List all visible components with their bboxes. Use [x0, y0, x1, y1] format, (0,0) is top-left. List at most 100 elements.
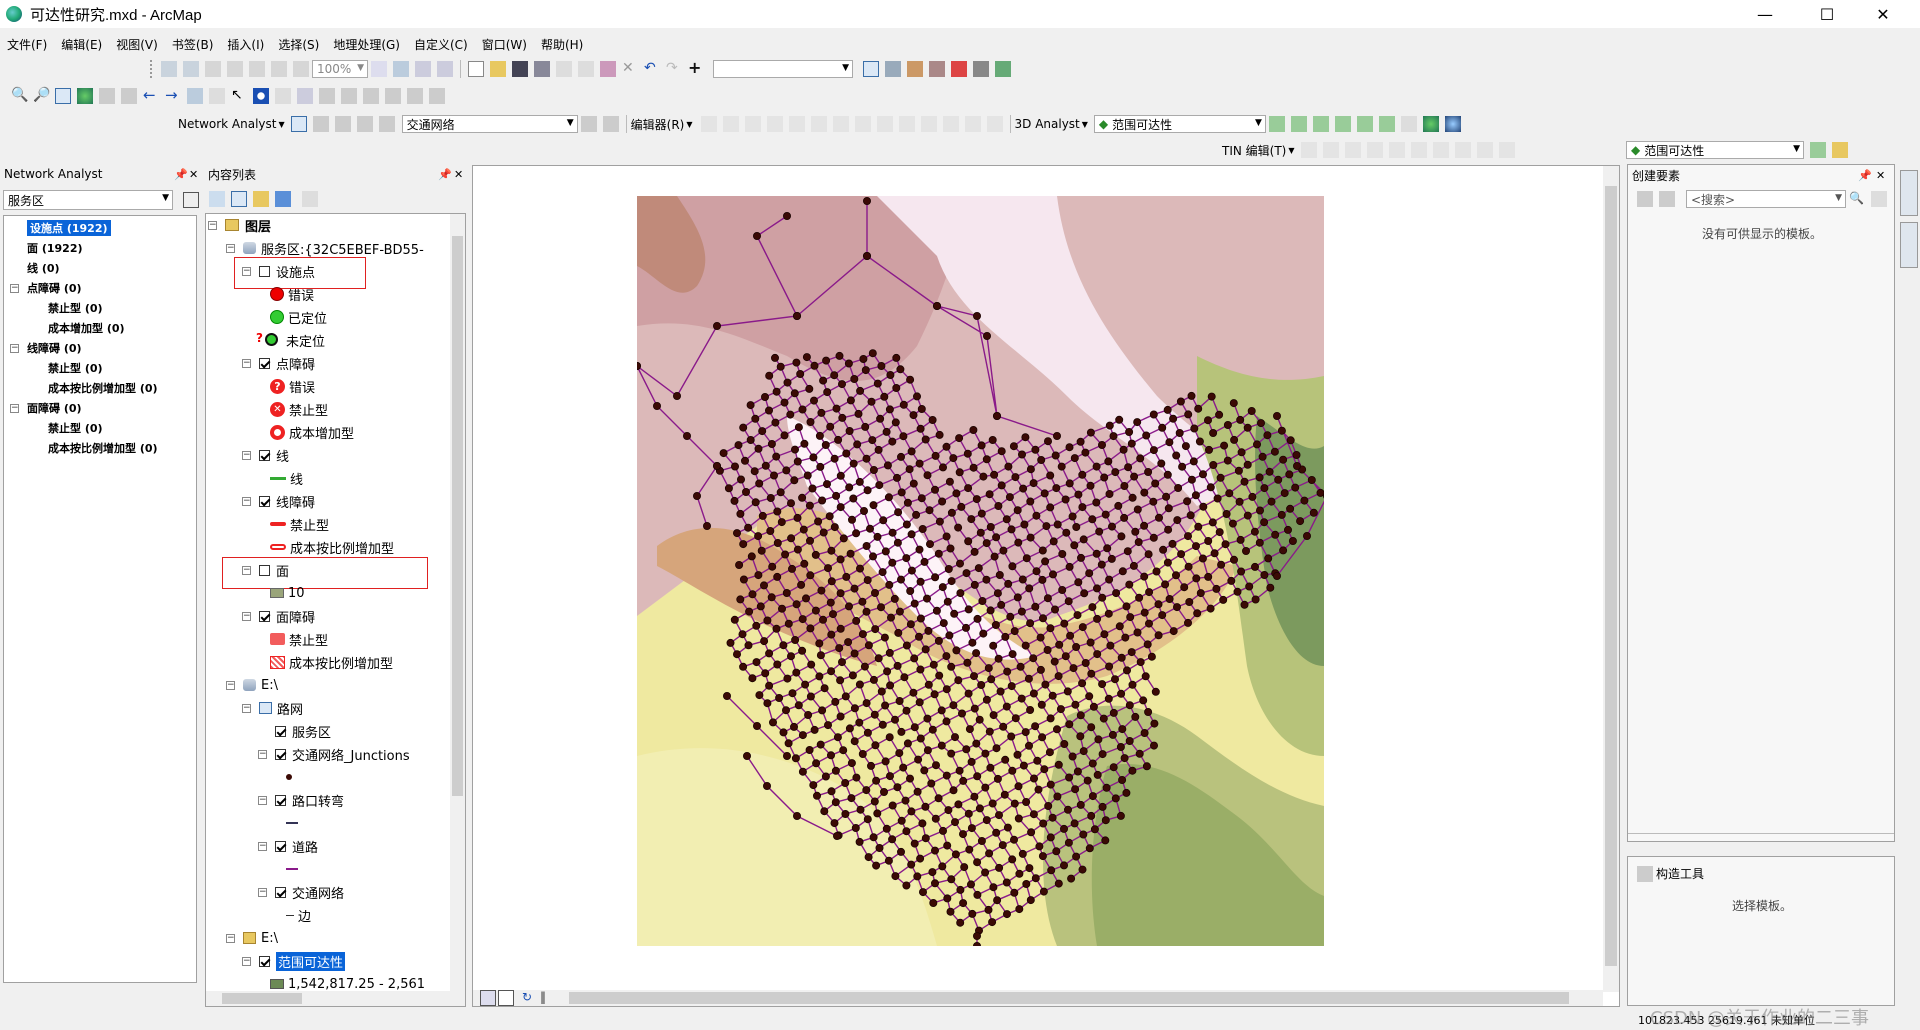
arcscene-icon[interactable]	[1422, 116, 1439, 132]
modelbuilder-icon[interactable]	[995, 61, 1011, 77]
hyperlink-icon[interactable]	[275, 88, 291, 104]
map-canvas[interactable]	[637, 196, 1324, 946]
catalog-window-icon[interactable]	[907, 61, 923, 77]
toolbar-grip[interactable]	[150, 60, 154, 78]
toc-options-icon[interactable]	[302, 191, 318, 207]
toc-layer-item[interactable]: − E:\	[226, 929, 278, 947]
zoom-out-icon[interactable]: 🔎	[33, 88, 50, 104]
collapse-icon[interactable]: −	[242, 358, 251, 368]
move-network-location-icon[interactable]	[334, 116, 351, 132]
na-tree-item[interactable]: 面 (1922)	[27, 240, 83, 256]
na-tree-item[interactable]: 禁止型 (0)	[48, 300, 103, 316]
new-document-icon[interactable]	[468, 61, 484, 77]
edit-tool-icon[interactable]	[700, 116, 717, 132]
3d-analyst-layer-dropdown[interactable]: ◆ 范围可达性 ▼	[1093, 115, 1266, 133]
maximize-button[interactable]: ☐	[1804, 0, 1850, 28]
template-options-icon[interactable]	[1871, 191, 1887, 207]
map-vertical-scrollbar[interactable]	[1603, 166, 1619, 992]
viewer-window-icon[interactable]	[429, 88, 445, 104]
tin-triangle-tag-icon[interactable]	[1476, 142, 1493, 158]
filter-templates-icon[interactable]	[1659, 191, 1675, 207]
change-layout-icon[interactable]	[415, 61, 431, 77]
arcglobe-icon[interactable]	[1444, 116, 1461, 132]
toggle-draft-icon[interactable]	[371, 61, 387, 77]
reshape-icon[interactable]	[854, 116, 871, 132]
zoom-whole-page-icon[interactable]	[271, 61, 287, 77]
print-icon[interactable]	[534, 61, 550, 77]
focus-dataframe-icon[interactable]	[393, 61, 409, 77]
fixed-zoom-in-icon[interactable]	[99, 88, 115, 104]
split-icon[interactable]	[898, 116, 915, 132]
steepest-path-icon[interactable]	[1290, 116, 1307, 132]
visibility-checkbox[interactable]	[259, 955, 270, 967]
save-icon[interactable]	[512, 61, 528, 77]
scrollbar-thumb[interactable]	[452, 236, 463, 796]
scrollbar-thumb[interactable]	[222, 993, 302, 1004]
end-point-arc-icon[interactable]	[766, 116, 783, 132]
minimize-button[interactable]: —	[1742, 0, 1788, 28]
list-by-visibility-icon[interactable]	[253, 191, 269, 207]
tin-add-node-icon[interactable]	[1300, 142, 1317, 158]
visibility-checkbox[interactable]	[275, 840, 286, 852]
toc-layer-item[interactable]: − 点障碍	[242, 354, 315, 373]
scrollbar-thumb[interactable]	[569, 992, 1569, 1004]
back-extent-icon[interactable]	[161, 61, 177, 77]
undo-icon[interactable]: ↶	[644, 61, 660, 77]
na-tree-item[interactable]: 成本增加型 (0)	[48, 320, 125, 336]
na-tree-item[interactable]: 禁止型 (0)	[48, 360, 103, 376]
table-of-contents-icon[interactable]	[885, 61, 901, 77]
editor-toolbar-icon[interactable]	[863, 61, 879, 77]
collapse-icon[interactable]: −	[258, 795, 267, 805]
forward-extent-icon[interactable]	[183, 61, 199, 77]
menu-edit[interactable]: 编辑(E)	[54, 36, 109, 53]
na-layer-dropdown[interactable]: 服务区 ▼	[3, 190, 173, 210]
toc-layer-item[interactable]: − 交通网络_Junctions	[258, 745, 410, 764]
toc-layer-item[interactable]: − 路网	[242, 699, 303, 718]
list-by-drawing-order-icon[interactable]	[209, 191, 225, 207]
tin-swap-edge-icon[interactable]	[1410, 142, 1427, 158]
full-extent-icon[interactable]	[249, 61, 265, 77]
build-network-icon[interactable]	[580, 116, 597, 132]
close-icon[interactable]: ✕	[454, 168, 463, 181]
full-extent-globe-icon[interactable]	[77, 88, 93, 104]
tin-polygon-icon[interactable]	[1432, 142, 1449, 158]
toc-layer-item[interactable]: − 范围可达性	[242, 951, 346, 971]
create-features-icon[interactable]	[986, 116, 1003, 132]
tin-delete-tag-icon[interactable]	[1498, 142, 1515, 158]
na-tree-item[interactable]: − 点障碍 (0)	[10, 280, 82, 296]
collapse-icon[interactable]: −	[10, 283, 19, 293]
3d-analyst-menu[interactable]: 3D Analyst	[1015, 117, 1080, 131]
search-icon[interactable]: 🔍	[1849, 191, 1865, 207]
visibility-checkbox[interactable]	[275, 886, 286, 898]
edit-annotation-icon[interactable]	[722, 116, 739, 132]
zoom-100-icon[interactable]	[293, 61, 309, 77]
clear-selection-icon[interactable]	[209, 88, 225, 104]
zoom-in-icon[interactable]: 🔍	[11, 88, 28, 104]
swipe-layer-icon[interactable]	[1810, 142, 1826, 158]
menu-selection[interactable]: 选择(S)	[271, 36, 326, 53]
data-driven-pages-icon[interactable]	[437, 61, 453, 77]
visibility-checkbox[interactable]	[259, 610, 270, 622]
straight-segment-icon[interactable]	[744, 116, 761, 132]
toc-layer-item[interactable]: − 道路	[258, 837, 318, 856]
refresh-icon[interactable]: ↻	[522, 990, 538, 1006]
organize-templates-icon[interactable]	[1637, 191, 1653, 207]
visibility-checkbox[interactable]	[259, 357, 270, 369]
paste-icon[interactable]	[600, 61, 616, 77]
open-folder-icon[interactable]	[490, 61, 506, 77]
interpolate-point-icon[interactable]	[1334, 116, 1351, 132]
na-tree-item[interactable]: 线 (0)	[27, 260, 60, 276]
find-icon[interactable]	[341, 88, 357, 104]
collapse-icon[interactable]: −	[226, 680, 235, 690]
go-back-icon[interactable]: ←	[143, 88, 159, 104]
collapse-icon[interactable]: −	[10, 343, 19, 353]
na-tree-item[interactable]: − 线障碍 (0)	[10, 340, 82, 356]
visibility-checkbox[interactable]	[259, 495, 270, 507]
layout-zoom-dropdown[interactable]: 100% ▼	[312, 60, 368, 78]
menu-view[interactable]: 视图(V)	[109, 36, 165, 53]
tin-add-breakline-icon[interactable]	[1366, 142, 1383, 158]
arctoolbox-icon[interactable]	[951, 61, 967, 77]
na-tree-item[interactable]: 设施点 (1922)	[27, 220, 111, 236]
collapse-icon[interactable]: −	[226, 243, 235, 253]
toc-layer-item[interactable]: − 线障碍	[242, 492, 315, 511]
